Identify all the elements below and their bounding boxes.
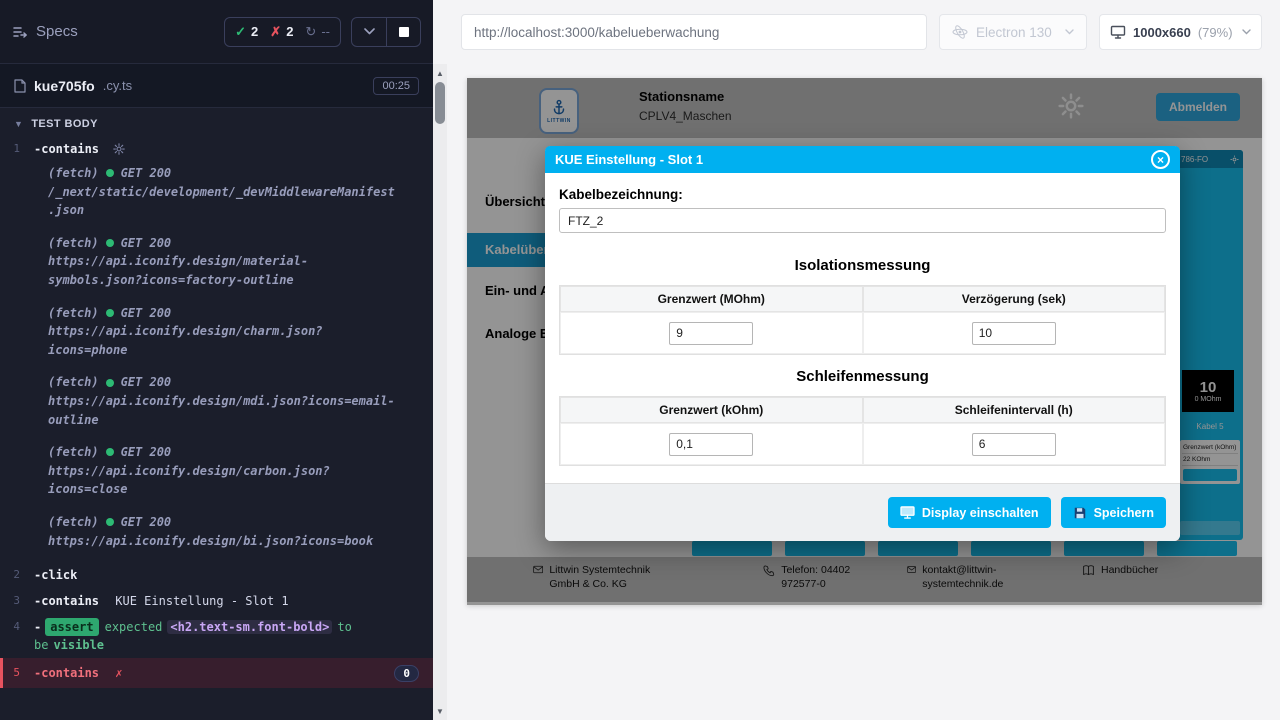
column-header: Verzögerung (sek) [863,286,1166,312]
stat-passed: ✓2 [235,24,258,40]
viewport-zoom: (79%) [1198,25,1233,40]
column-header: Grenzwert (kOhm) [560,397,863,423]
test-body-toggle[interactable]: ▼ TEST BODY [0,108,433,136]
loop-table: Grenzwert (kOhm) Schleifenintervall (h) [559,396,1166,466]
command-contains-1[interactable]: 1 -contains [0,136,433,162]
scroll-up-arrow[interactable]: ▲ [433,66,447,80]
cross-icon: ✗ [270,24,281,40]
spec-name: kue705fo [34,78,95,94]
cable-name-label: Kabelbezeichnung: [559,187,1166,202]
chevron-down-icon: ▼ [14,119,23,129]
dialog-title: KUE Einstellung - Slot 1 [555,152,703,167]
fetch-log[interactable]: (fetch)GET 200 /_next/static/development… [0,162,433,222]
specs-label: Specs [36,23,78,40]
command-contains-2[interactable]: 3 -contains KUE Einstellung - Slot 1 [0,588,433,614]
command-click[interactable]: 2 -click [0,562,433,588]
monitor-icon [900,506,915,519]
loop-interval-input[interactable] [972,433,1056,456]
monitor-icon [1110,25,1126,40]
save-button[interactable]: Speichern [1061,497,1166,528]
status-dot-icon [106,169,114,177]
chevron-down-icon [1065,29,1074,35]
status-dot-icon [106,379,114,387]
spec-ext: .cy.ts [103,78,132,93]
collapse-button[interactable] [352,18,386,46]
assert-selector: <h2.text-sm.font-bold> [167,620,332,634]
kue-settings-dialog: KUE Einstellung - Slot 1 × Kabelbezeichn… [545,146,1180,541]
runner-header: Specs ✓2 ✗2 ↻-- [0,0,433,64]
chevron-down-icon [1242,29,1251,35]
display-on-button[interactable]: Display einschalten [888,497,1051,528]
dialog-header: KUE Einstellung - Slot 1 × [545,146,1180,173]
electron-icon [952,24,968,40]
spec-file-icon [14,79,26,93]
cable-name-input[interactable] [559,208,1166,233]
check-icon: ✓ [235,24,246,40]
assert-badge: assert [45,618,98,636]
column-header: Grenzwert (MOhm) [560,286,863,312]
fetch-log[interactable]: (fetch)GET 200 https://api.iconify.desig… [0,511,433,552]
fetch-log[interactable]: (fetch)GET 200 https://api.iconify.desig… [0,232,433,292]
floppy-disk-icon [1073,506,1087,520]
browser-selector[interactable]: Electron 130 [939,14,1087,50]
spec-timer: 00:25 [373,77,419,95]
status-dot-icon [106,448,114,456]
browser-label: Electron 130 [976,25,1052,40]
loop-limit-input[interactable] [669,433,753,456]
test-stats: ✓2 ✗2 ↻-- [224,17,341,47]
stop-icon [399,27,409,37]
fetch-log[interactable]: (fetch)GET 200 https://api.iconify.desig… [0,441,433,501]
scroll-down-arrow[interactable]: ▼ [433,704,447,718]
refresh-icon: ↻ [305,24,316,40]
address-bar[interactable] [461,14,927,50]
fetch-log[interactable]: (fetch)GET 200 https://api.iconify.desig… [0,371,433,431]
command-argument: KUE Einstellung - Slot 1 [115,594,288,608]
viewport-selector[interactable]: 1000x660 (79%) [1099,14,1262,50]
isolation-section-title: Isolationsmessung [559,257,1166,274]
app-under-test: LITTWIN Stationsname CPLV4_Maschen Abmel… [467,78,1262,605]
status-dot-icon [106,309,114,317]
isolation-limit-input[interactable] [669,322,753,345]
command-contains-failed[interactable]: 5 -contains ✗ 0 [0,658,433,688]
stop-button[interactable] [386,18,420,46]
fail-cross-icon: ✗ [115,666,122,680]
reporter-scrollbar[interactable]: ▲ ▼ [433,64,447,720]
specs-list-icon [12,24,28,40]
viewport-size: 1000x660 [1133,25,1191,40]
isolation-table: Grenzwert (MOhm) Verzögerung (sek) [559,285,1166,355]
dialog-footer: Display einschalten Speichern [545,483,1180,541]
gear-icon [113,143,125,155]
stat-pending: ↻-- [305,24,330,40]
fetch-log[interactable]: (fetch)GET 200 https://api.iconify.desig… [0,302,433,362]
loop-section-title: Schleifenmessung [559,368,1166,385]
column-header: Schleifenintervall (h) [863,397,1166,423]
retry-count-badge: 0 [394,665,419,682]
isolation-delay-input[interactable] [972,322,1056,345]
status-dot-icon [106,518,114,526]
runner-controls [351,17,421,47]
status-dot-icon [106,239,114,247]
cypress-runner-panel: Specs ✓2 ✗2 ↻-- kue705fo .cy.ts 00:25 ▼ … [0,0,433,720]
spec-file-row[interactable]: kue705fo .cy.ts 00:25 [0,64,433,108]
specs-menu[interactable]: Specs [12,23,78,40]
scrollbar-thumb[interactable] [435,82,445,124]
command-assert[interactable]: 4 -assertexpected<h2.text-sm.font-bold>t… [0,614,433,658]
close-icon[interactable]: × [1151,150,1170,169]
stat-failed: ✗2 [270,24,293,40]
url-input[interactable] [461,14,927,50]
